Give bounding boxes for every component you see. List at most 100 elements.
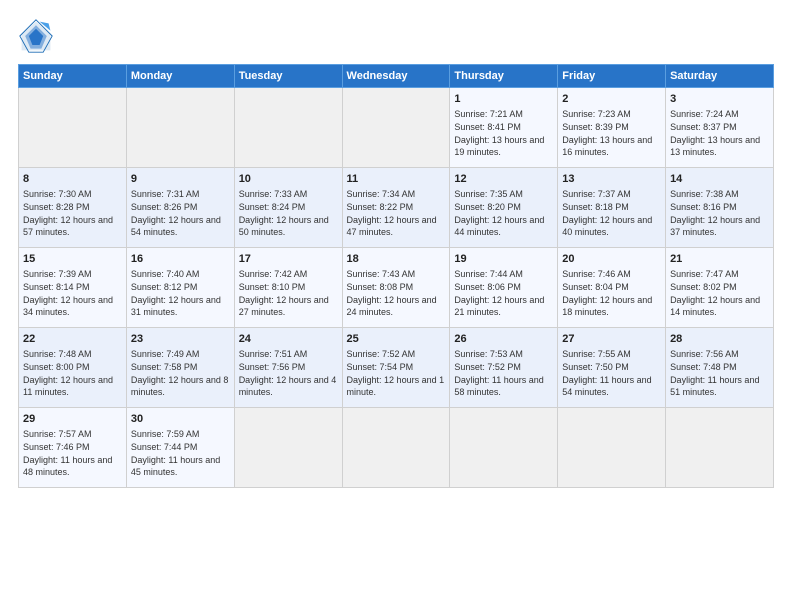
sunset-text: Sunset: 8:00 PM — [23, 362, 90, 372]
sunset-text: Sunset: 8:10 PM — [239, 282, 306, 292]
calendar-cell: 28Sunrise: 7:56 AMSunset: 7:48 PMDayligh… — [666, 328, 774, 408]
calendar-cell — [342, 88, 450, 168]
weekday-header-saturday: Saturday — [666, 65, 774, 88]
calendar-week-row: 29 Sunrise: 7:57 AM Sunset: 7:46 PM Dayligh… — [19, 408, 774, 488]
calendar-cell: 22Sunrise: 7:48 AMSunset: 8:00 PMDayligh… — [19, 328, 127, 408]
daylight-text: Daylight: 12 hours and 1 minute. — [347, 375, 445, 398]
daylight-text: Daylight: 11 hours and 54 minutes. — [562, 375, 651, 398]
calendar-cell — [666, 408, 774, 488]
daylight-text: Daylight: 12 hours and 14 minutes. — [670, 295, 760, 318]
calendar-cell: 21Sunrise: 7:47 AMSunset: 8:02 PMDayligh… — [666, 248, 774, 328]
sunrise-text: Sunrise: 7:42 AM — [239, 269, 308, 279]
sunset-text: Sunset: 7:58 PM — [131, 362, 198, 372]
sunset-text: Sunset: 7:52 PM — [454, 362, 521, 372]
sunset-text: Sunset: 8:04 PM — [562, 282, 629, 292]
calendar-cell: 15Sunrise: 7:39 AMSunset: 8:14 PMDayligh… — [19, 248, 127, 328]
day-number: 10 — [239, 172, 338, 187]
calendar-cell: 11Sunrise: 7:34 AMSunset: 8:22 PMDayligh… — [342, 168, 450, 248]
calendar-cell — [234, 88, 342, 168]
daylight-text: Daylight: 12 hours and 34 minutes. — [23, 295, 113, 318]
calendar-cell — [234, 408, 342, 488]
sunrise-text: Sunrise: 7:47 AM — [670, 269, 739, 279]
sunrise-text: Sunrise: 7:24 AM — [670, 109, 739, 119]
daylight-text: Daylight: 11 hours and 58 minutes. — [454, 375, 543, 398]
sunrise-text: Sunrise: 7:48 AM — [23, 349, 92, 359]
sunset-text: Sunset: 8:24 PM — [239, 202, 306, 212]
day-number: 25 — [347, 332, 446, 347]
calendar-cell: 2Sunrise: 7:23 AMSunset: 8:39 PMDaylight… — [558, 88, 666, 168]
sunrise-text: Sunrise: 7:21 AM — [454, 109, 523, 119]
day-number: 30 — [131, 412, 230, 427]
calendar-cell: 3Sunrise: 7:24 AMSunset: 8:37 PMDaylight… — [666, 88, 774, 168]
sunrise-text: Sunrise: 7:37 AM — [562, 189, 631, 199]
day-number: 24 — [239, 332, 338, 347]
calendar-week-row: 15Sunrise: 7:39 AMSunset: 8:14 PMDayligh… — [19, 248, 774, 328]
calendar-cell: 16Sunrise: 7:40 AMSunset: 8:12 PMDayligh… — [126, 248, 234, 328]
sunset-text: Sunset: 8:16 PM — [670, 202, 737, 212]
sunrise-text: Sunrise: 7:31 AM — [131, 189, 200, 199]
logo-icon — [18, 18, 54, 54]
day-number: 17 — [239, 252, 338, 267]
weekday-header-sunday: Sunday — [19, 65, 127, 88]
calendar-table: SundayMondayTuesdayWednesdayThursdayFrid… — [18, 64, 774, 488]
daylight-text: Daylight: 12 hours and 27 minutes. — [239, 295, 329, 318]
sunset-text: Sunset: 7:54 PM — [347, 362, 414, 372]
calendar-cell: 26Sunrise: 7:53 AMSunset: 7:52 PMDayligh… — [450, 328, 558, 408]
calendar-cell: 1Sunrise: 7:21 AMSunset: 8:41 PMDaylight… — [450, 88, 558, 168]
sunrise-text: Sunrise: 7:57 AM — [23, 429, 92, 439]
sunset-text: Sunset: 7:48 PM — [670, 362, 737, 372]
daylight-text: Daylight: 12 hours and 11 minutes. — [23, 375, 113, 398]
calendar-cell: 9Sunrise: 7:31 AMSunset: 8:26 PMDaylight… — [126, 168, 234, 248]
weekday-header-wednesday: Wednesday — [342, 65, 450, 88]
sunset-text: Sunset: 8:37 PM — [670, 122, 737, 132]
day-number: 29 — [23, 412, 122, 427]
sunrise-text: Sunrise: 7:59 AM — [131, 429, 200, 439]
day-number: 28 — [670, 332, 769, 347]
calendar-cell: 24Sunrise: 7:51 AMSunset: 7:56 PMDayligh… — [234, 328, 342, 408]
daylight-text: Daylight: 12 hours and 4 minutes. — [239, 375, 337, 398]
sunrise-text: Sunrise: 7:40 AM — [131, 269, 200, 279]
sunset-text: Sunset: 8:20 PM — [454, 202, 521, 212]
sunset-text: Sunset: 8:18 PM — [562, 202, 629, 212]
daylight-text: Daylight: 11 hours and 45 minutes. — [131, 455, 220, 478]
day-number: 20 — [562, 252, 661, 267]
daylight-text: Daylight: 12 hours and 57 minutes. — [23, 215, 113, 238]
daylight-text: Daylight: 12 hours and 24 minutes. — [347, 295, 437, 318]
calendar-cell: 23Sunrise: 7:49 AMSunset: 7:58 PMDayligh… — [126, 328, 234, 408]
sunrise-text: Sunrise: 7:33 AM — [239, 189, 308, 199]
sunrise-text: Sunrise: 7:38 AM — [670, 189, 739, 199]
page: SundayMondayTuesdayWednesdayThursdayFrid… — [0, 0, 792, 612]
daylight-text: Daylight: 13 hours and 16 minutes. — [562, 135, 652, 158]
calendar-cell — [126, 88, 234, 168]
sunset-text: Sunset: 7:56 PM — [239, 362, 306, 372]
calendar-cell — [342, 408, 450, 488]
sunset-text: Sunset: 7:44 PM — [131, 442, 198, 452]
sunrise-text: Sunrise: 7:52 AM — [347, 349, 416, 359]
day-number: 11 — [347, 172, 446, 187]
day-number: 8 — [23, 172, 122, 187]
sunset-text: Sunset: 8:02 PM — [670, 282, 737, 292]
day-number: 19 — [454, 252, 553, 267]
day-number: 26 — [454, 332, 553, 347]
sunset-text: Sunset: 7:46 PM — [23, 442, 90, 452]
daylight-text: Daylight: 12 hours and 8 minutes. — [131, 375, 229, 398]
calendar-cell: 10 Sunrise: 7:33 AM Sunset: 8:24 PM Dayligh… — [234, 168, 342, 248]
logo — [18, 18, 60, 54]
calendar-week-row: 8Sunrise: 7:30 AMSunset: 8:28 PMDaylight… — [19, 168, 774, 248]
calendar-week-row: 22Sunrise: 7:48 AMSunset: 8:00 PMDayligh… — [19, 328, 774, 408]
day-number: 16 — [131, 252, 230, 267]
day-number: 12 — [454, 172, 553, 187]
calendar-cell — [19, 88, 127, 168]
sunrise-text: Sunrise: 7:23 AM — [562, 109, 631, 119]
sunrise-text: Sunrise: 7:39 AM — [23, 269, 92, 279]
calendar-cell: 13Sunrise: 7:37 AMSunset: 8:18 PMDayligh… — [558, 168, 666, 248]
sunrise-text: Sunrise: 7:43 AM — [347, 269, 416, 279]
calendar-cell — [450, 408, 558, 488]
daylight-text: Daylight: 12 hours and 50 minutes. — [239, 215, 329, 238]
daylight-text: Daylight: 11 hours and 51 minutes. — [670, 375, 759, 398]
sunrise-text: Sunrise: 7:44 AM — [454, 269, 523, 279]
calendar-cell: 14Sunrise: 7:38 AMSunset: 8:16 PMDayligh… — [666, 168, 774, 248]
sunset-text: Sunset: 8:39 PM — [562, 122, 629, 132]
calendar-cell: 17 Sunrise: 7:42 AM Sunset: 8:10 PM Dayligh… — [234, 248, 342, 328]
sunset-text: Sunset: 8:12 PM — [131, 282, 198, 292]
